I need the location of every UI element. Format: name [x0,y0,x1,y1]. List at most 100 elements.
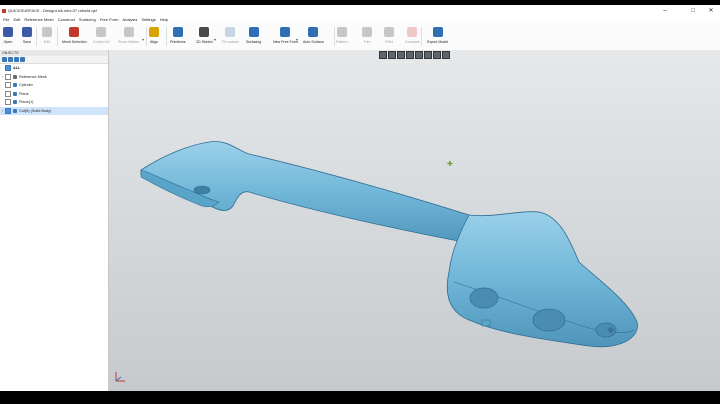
2d-sketch-button[interactable]: 2D Sketch [196,24,213,44]
toolbar-separator [57,27,58,46]
mount-pocket-left [469,287,499,309]
menu-help[interactable]: Help [160,17,168,22]
tree-item-label: Cut(5) (Solid Body) [19,108,52,113]
auto-surface-button[interactable]: Auto Surface [303,24,324,44]
visibility-checkbox[interactable] [5,90,11,97]
menu-file[interactable]: File [3,17,9,22]
visibility-checkbox[interactable] [5,99,11,106]
compare-button[interactable]: Compare [405,24,420,44]
mount-tab [481,319,491,327]
menu-surfacing[interactable]: Surfacing [79,17,96,22]
save-button[interactable]: Save [22,24,32,44]
toolbar-label: Show Hidden [118,40,140,44]
toolbar-label: Edit [43,40,51,44]
menu-reference-mesh[interactable]: Reference Mesh [24,17,53,22]
visibility-checkbox[interactable] [5,107,11,114]
trim-button[interactable]: Trim [362,24,372,44]
app-logo-icon [2,8,6,13]
surfacing-button[interactable]: Surfacing [246,24,261,44]
window-title: QUICKSURFACE - DesignLink mini-07 rebuil… [8,8,97,13]
tree-item-reference-mesh[interactable]: › Reference Mesh [0,73,108,82]
menu-free-form[interactable]: Free Form [100,17,119,22]
dropdown-caret-icon[interactable]: ▾ [214,37,216,42]
left-mount-hole [193,185,211,195]
export-model-button[interactable]: Export Model [427,24,448,44]
dropdown-caret-icon[interactable]: ▾ [142,37,144,42]
collapse-all-icon[interactable] [8,57,13,62]
mount-pocket-center [532,308,566,332]
3d-viewport[interactable]: ✚ [109,50,720,391]
object-tree: ALL › Reference Mesh Cylinder Plane Plane(1) ›… [0,64,108,115]
fit-surface-button[interactable]: Fit surface [222,24,239,44]
toolbar-label: Surfacing [246,40,262,44]
toolbar-label: Trim [363,40,371,44]
toolbar-label: Mesh Selection [62,40,87,44]
save-icon [22,27,32,37]
pattern-button[interactable]: Pattern [336,24,348,44]
object-type-icon [13,91,17,96]
mesh-selection-button[interactable]: Mesh Selection [62,24,87,44]
fillet-button[interactable]: Fillet [384,24,394,44]
visibility-icon[interactable] [20,57,25,62]
visibility-checkbox[interactable] [5,73,11,80]
menu-edit[interactable]: Edit [13,17,20,22]
toolbar-label: Fillet [385,40,393,44]
edit-button[interactable]: Edit [42,24,52,44]
trim-icon [362,27,372,37]
new-free-form-icon [280,27,291,37]
toolbar-label: Export Model [427,40,449,44]
align-icon [149,27,159,37]
toolbar-separator [146,27,147,46]
tree-item-cut-5-solid-body[interactable]: › Cut(5) (Solid Body) [0,106,108,115]
fit-surface-icon [225,27,236,37]
toolbar-label: 2D Sketch [196,40,213,44]
ribbon-toolbar: Open Save Edit Mesh Selection Control All Sho… [0,23,720,51]
new-free-form-button[interactable]: New Free Form [273,24,298,44]
tree-item-plane-1[interactable]: Plane(1) [0,98,108,107]
align-button[interactable]: Align [149,24,159,44]
handle-model[interactable] [109,50,720,391]
toolbar-separator [166,27,167,46]
toolbar-label: Open [3,40,13,44]
tree-item-label: Cylinder [19,83,33,88]
object-type-icon [13,100,17,105]
dropdown-caret-icon[interactable]: ▾ [296,37,298,42]
sketch-2d-icon [199,27,210,37]
object-type-icon [13,74,17,79]
export-model-icon [432,27,443,37]
maximize-button[interactable]: □ [684,5,702,16]
toolbar-label: Auto Surface [303,40,324,44]
tree-item-cylinder[interactable]: Cylinder [0,81,108,90]
show-hidden-icon [123,27,134,37]
show-hidden-button[interactable]: Show Hidden [118,24,139,44]
pattern-icon [336,27,347,37]
menu-settings[interactable]: Settings [141,17,155,22]
toolbar-label: Compare [405,40,420,44]
filter-icon[interactable] [14,57,19,62]
auto-surface-icon [308,27,319,37]
tree-item-all[interactable]: ALL [0,64,108,73]
minimize-button[interactable]: – [656,5,674,16]
tree-item-plane[interactable]: Plane [0,90,108,99]
open-button[interactable]: Open [3,24,13,44]
tree-item-label: ALL [13,66,21,71]
primitives-button[interactable]: Primitives [170,24,186,44]
menu-construct[interactable]: Construct [58,17,75,22]
expand-all-icon[interactable] [2,57,7,62]
mount-screw-hole [608,327,614,333]
compare-icon [407,27,418,37]
fillet-icon [384,27,394,37]
toolbar-label: Primitives [170,40,186,44]
toolbar-label: Save [22,40,32,44]
toolbar-label: Pattern [336,40,348,44]
close-button[interactable]: ✕ [702,5,720,16]
open-folder-icon [3,27,13,37]
visibility-checkbox[interactable] [5,65,11,72]
visibility-checkbox[interactable] [5,82,11,89]
menu-analysis[interactable]: Analysis [122,17,137,22]
control-all-button[interactable]: Control All [93,24,109,44]
toolbar-separator [334,27,335,46]
axis-triad-icon [115,372,125,382]
pivot-marker-icon: ✚ [447,161,453,168]
objects-panel-toolbar [0,56,108,64]
